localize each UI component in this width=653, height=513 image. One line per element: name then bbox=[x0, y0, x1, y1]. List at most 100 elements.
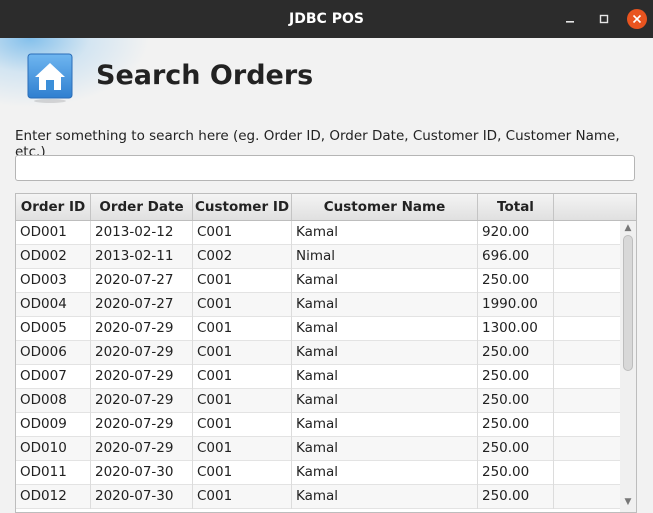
search-input[interactable] bbox=[15, 155, 635, 181]
table-row[interactable]: OD010 2020-07-29 C001 Kamal 250.00 bbox=[16, 437, 620, 461]
table-row[interactable]: OD009 2020-07-29 C001 Kamal 250.00 bbox=[16, 413, 620, 437]
cell-empty bbox=[554, 389, 620, 413]
cell-total: 250.00 bbox=[478, 341, 554, 365]
cell-order-date: 2020-07-29 bbox=[91, 341, 193, 365]
cell-customer-name: Kamal bbox=[292, 485, 478, 509]
cell-order-date: 2020-07-29 bbox=[91, 389, 193, 413]
table-row[interactable]: OD004 2020-07-27 C001 Kamal 1990.00 bbox=[16, 293, 620, 317]
scroll-down-icon[interactable]: ▼ bbox=[623, 497, 633, 507]
cell-order-id: OD008 bbox=[16, 389, 91, 413]
cell-total: 696.00 bbox=[478, 245, 554, 269]
cell-total: 250.00 bbox=[478, 413, 554, 437]
cell-customer-id: C001 bbox=[193, 317, 292, 341]
cell-order-id: OD011 bbox=[16, 461, 91, 485]
cell-customer-name: Kamal bbox=[292, 317, 478, 341]
cell-customer-id: C001 bbox=[193, 437, 292, 461]
home-icon[interactable] bbox=[27, 53, 73, 103]
cell-total: 920.00 bbox=[478, 221, 554, 245]
cell-order-date: 2020-07-30 bbox=[91, 485, 193, 509]
column-header-empty bbox=[554, 194, 636, 220]
cell-total: 250.00 bbox=[478, 389, 554, 413]
cell-order-id: OD003 bbox=[16, 269, 91, 293]
cell-order-id: OD002 bbox=[16, 245, 91, 269]
column-header-order-id[interactable]: Order ID bbox=[16, 194, 91, 220]
vertical-scrollbar[interactable]: ▲ ▼ bbox=[620, 221, 636, 512]
table-row[interactable]: OD003 2020-07-27 C001 Kamal 250.00 bbox=[16, 269, 620, 293]
cell-order-date: 2013-02-12 bbox=[91, 221, 193, 245]
cell-empty bbox=[554, 437, 620, 461]
cell-order-date: 2020-07-27 bbox=[91, 293, 193, 317]
column-header-customer-name[interactable]: Customer Name bbox=[292, 194, 478, 220]
cell-customer-id: C001 bbox=[193, 221, 292, 245]
cell-customer-name: Kamal bbox=[292, 389, 478, 413]
cell-order-id: OD012 bbox=[16, 485, 91, 509]
cell-empty bbox=[554, 461, 620, 485]
cell-order-date: 2020-07-29 bbox=[91, 437, 193, 461]
cell-order-date: 2020-07-27 bbox=[91, 269, 193, 293]
cell-order-id: OD001 bbox=[16, 221, 91, 245]
cell-customer-name: Kamal bbox=[292, 293, 478, 317]
main-panel: Search Orders Enter something to search … bbox=[0, 38, 653, 513]
cell-customer-id: C001 bbox=[193, 461, 292, 485]
window-title: JDBC POS bbox=[289, 11, 364, 27]
column-header-total[interactable]: Total bbox=[478, 194, 554, 220]
cell-customer-name: Kamal bbox=[292, 437, 478, 461]
page-title: Search Orders bbox=[96, 60, 314, 91]
cell-total: 250.00 bbox=[478, 461, 554, 485]
cell-customer-name: Nimal bbox=[292, 245, 478, 269]
table-row[interactable]: OD006 2020-07-29 C001 Kamal 250.00 bbox=[16, 341, 620, 365]
table-row[interactable]: OD002 2013-02-11 C002 Nimal 696.00 bbox=[16, 245, 620, 269]
cell-empty bbox=[554, 293, 620, 317]
window-titlebar: JDBC POS bbox=[0, 0, 653, 38]
column-header-order-date[interactable]: Order Date bbox=[91, 194, 193, 220]
cell-order-id: OD005 bbox=[16, 317, 91, 341]
cell-customer-id: C001 bbox=[193, 365, 292, 389]
table-row[interactable]: OD007 2020-07-29 C001 Kamal 250.00 bbox=[16, 365, 620, 389]
cell-empty bbox=[554, 221, 620, 245]
cell-order-id: OD004 bbox=[16, 293, 91, 317]
close-icon bbox=[632, 14, 642, 24]
table-row[interactable]: OD001 2013-02-12 C001 Kamal 920.00 bbox=[16, 221, 620, 245]
close-button[interactable] bbox=[627, 9, 647, 29]
minimize-icon bbox=[566, 21, 574, 23]
cell-total: 1300.00 bbox=[478, 317, 554, 341]
cell-empty bbox=[554, 365, 620, 389]
minimize-button[interactable] bbox=[560, 9, 580, 29]
cell-empty bbox=[554, 245, 620, 269]
maximize-button[interactable] bbox=[594, 9, 614, 29]
cell-customer-name: Kamal bbox=[292, 413, 478, 437]
cell-empty bbox=[554, 341, 620, 365]
orders-table: Order ID Order Date Customer ID Customer… bbox=[15, 193, 637, 513]
scroll-up-icon[interactable]: ▲ bbox=[623, 223, 633, 233]
cell-total: 250.00 bbox=[478, 365, 554, 389]
cell-customer-id: C001 bbox=[193, 413, 292, 437]
table-header: Order ID Order Date Customer ID Customer… bbox=[16, 194, 636, 221]
cell-customer-name: Kamal bbox=[292, 365, 478, 389]
cell-customer-id: C001 bbox=[193, 293, 292, 317]
cell-customer-id: C001 bbox=[193, 341, 292, 365]
table-row[interactable]: OD005 2020-07-29 C001 Kamal 1300.00 bbox=[16, 317, 620, 341]
cell-order-id: OD009 bbox=[16, 413, 91, 437]
cell-customer-name: Kamal bbox=[292, 341, 478, 365]
cell-customer-name: Kamal bbox=[292, 221, 478, 245]
cell-order-date: 2020-07-29 bbox=[91, 413, 193, 437]
cell-empty bbox=[554, 485, 620, 509]
cell-order-date: 2020-07-29 bbox=[91, 317, 193, 341]
cell-customer-name: Kamal bbox=[292, 269, 478, 293]
cell-customer-id: C002 bbox=[193, 245, 292, 269]
table-row[interactable]: OD008 2020-07-29 C001 Kamal 250.00 bbox=[16, 389, 620, 413]
table-row[interactable]: OD012 2020-07-30 C001 Kamal 250.00 bbox=[16, 485, 620, 509]
cell-empty bbox=[554, 317, 620, 341]
table-row[interactable]: OD011 2020-07-30 C001 Kamal 250.00 bbox=[16, 461, 620, 485]
table-body: OD001 2013-02-12 C001 Kamal 920.00 OD002 2013-… bbox=[16, 221, 620, 509]
cell-order-id: OD006 bbox=[16, 341, 91, 365]
scrollbar-thumb[interactable] bbox=[623, 235, 633, 371]
cell-order-date: 2013-02-11 bbox=[91, 245, 193, 269]
cell-total: 250.00 bbox=[478, 269, 554, 293]
cell-order-id: OD010 bbox=[16, 437, 91, 461]
cell-order-date: 2020-07-29 bbox=[91, 365, 193, 389]
cell-customer-id: C001 bbox=[193, 269, 292, 293]
column-header-customer-id[interactable]: Customer ID bbox=[193, 194, 292, 220]
maximize-icon bbox=[599, 14, 609, 24]
cell-total: 250.00 bbox=[478, 437, 554, 461]
